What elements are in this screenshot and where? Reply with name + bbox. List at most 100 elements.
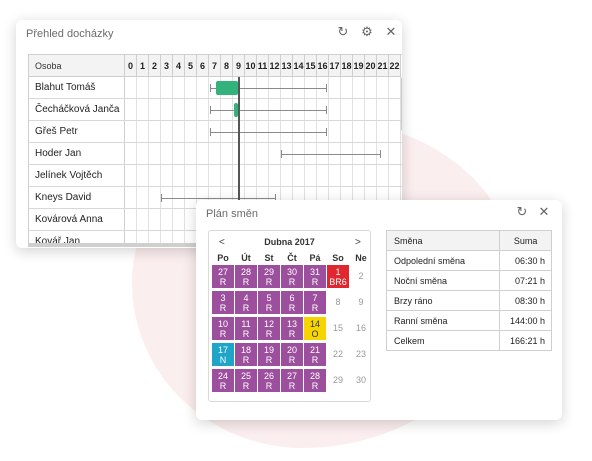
- next-month-button[interactable]: >: [355, 237, 361, 248]
- day-number: 4: [243, 293, 249, 303]
- refresh-icon[interactable]: ↻: [335, 25, 351, 41]
- hour-header: 8: [221, 55, 233, 77]
- calendar-day[interactable]: 9: [350, 291, 372, 314]
- calendar-day[interactable]: 14 O: [304, 317, 326, 340]
- day-number: 2: [358, 271, 364, 281]
- calendar-day[interactable]: 30 R: [281, 265, 303, 288]
- calendar-day[interactable]: 23: [350, 343, 372, 366]
- shift-code: R: [242, 277, 250, 287]
- calendar-day[interactable]: 26 R: [258, 369, 280, 392]
- hour-header: 12: [269, 55, 281, 77]
- calendar-day[interactable]: 5R: [258, 291, 280, 314]
- summary-row[interactable]: Noční směna 07:21 h: [387, 271, 552, 291]
- range-tick: [380, 150, 381, 158]
- person-name: Čecháčková Janča: [29, 99, 125, 120]
- calendar-day[interactable]: 1 BR6: [327, 265, 349, 288]
- worked-time-bar[interactable]: [216, 81, 238, 95]
- calendar-day[interactable]: 11 R: [235, 317, 257, 340]
- range-tick: [326, 106, 327, 114]
- calendar-day[interactable]: 29: [327, 369, 349, 392]
- close-icon[interactable]: ✕: [383, 25, 399, 41]
- calendar-day[interactable]: 16: [350, 317, 372, 340]
- day-number: 18: [240, 345, 251, 355]
- summary-row[interactable]: Ranní směna 144:00 h: [387, 311, 552, 331]
- calendar-day[interactable]: 12 R: [258, 317, 280, 340]
- hour-header: 15: [305, 55, 317, 77]
- shift-code: R: [288, 381, 296, 391]
- calendar-day[interactable]: 31 R: [304, 265, 326, 288]
- sum-column-header: Suma: [500, 231, 552, 250]
- shift-plan-titlebar: Plán směn ↻ ✕: [196, 200, 562, 228]
- shift-code: R: [288, 329, 296, 339]
- range-tick: [281, 150, 282, 158]
- day-number: 6: [289, 293, 295, 303]
- hour-header: 3: [161, 55, 173, 77]
- refresh-icon[interactable]: ↻: [514, 205, 530, 221]
- shift-sum: 06:30 h: [500, 251, 552, 270]
- day-number: 15: [332, 323, 343, 333]
- hour-header: 7: [209, 55, 221, 77]
- calendar-day[interactable]: 3R: [212, 291, 234, 314]
- calendar-day[interactable]: 21 R: [304, 343, 326, 366]
- attendance-range[interactable]: [210, 110, 326, 111]
- close-icon[interactable]: ✕: [536, 205, 552, 221]
- shift-sum: 144:00 h: [500, 311, 552, 330]
- shift-name: Brzy ráno: [387, 291, 501, 310]
- calendar-day[interactable]: 28 R: [235, 265, 257, 288]
- shift-plan-window: Plán směn ↻ ✕ < Dubna 2017 > Po Út St Čt Pá S…: [196, 200, 562, 420]
- calendar-day[interactable]: 30: [350, 369, 372, 392]
- day-number: 21: [309, 345, 320, 355]
- table-row[interactable]: Jelínek Vojtěch: [29, 165, 402, 187]
- calendar-day[interactable]: 28 R: [304, 369, 326, 392]
- shift-code: R: [219, 329, 227, 339]
- weekday-label: Út: [241, 253, 251, 263]
- summary-row[interactable]: Celkem 166:21 h: [387, 331, 552, 351]
- shift-code: R: [219, 303, 227, 313]
- day-number: 29: [263, 267, 274, 277]
- hour-header: 16: [317, 55, 329, 77]
- calendar-day[interactable]: 15: [327, 317, 349, 340]
- shift-name: Odpolední směna: [387, 251, 501, 270]
- shift-code: R: [265, 381, 273, 391]
- day-number: 10: [217, 319, 228, 329]
- calendar-day[interactable]: 27 R: [281, 369, 303, 392]
- vertical-scrollbar[interactable]: [401, 76, 402, 132]
- shift-code: R: [265, 277, 273, 287]
- calendar-day[interactable]: 8: [327, 291, 349, 314]
- calendar-day[interactable]: 18 R: [235, 343, 257, 366]
- calendar-day[interactable]: 25 R: [235, 369, 257, 392]
- calendar-day[interactable]: 20 R: [281, 343, 303, 366]
- day-number: 1: [335, 267, 341, 277]
- calendar-day[interactable]: 19 R: [258, 343, 280, 366]
- name-column-header[interactable]: Osoba: [29, 55, 125, 77]
- summary-row[interactable]: Odpolední směna 06:30 h: [387, 251, 552, 271]
- calendar-day[interactable]: 24 R: [212, 369, 234, 392]
- shift-code: R: [219, 381, 227, 391]
- attendance-range[interactable]: [281, 154, 380, 155]
- calendar-day[interactable]: 17 N: [212, 343, 234, 366]
- day-number: 16: [355, 323, 366, 333]
- shift-code: R: [288, 355, 296, 365]
- attendance-range[interactable]: [161, 198, 275, 199]
- hour-header: 10: [245, 55, 257, 77]
- person-name: Jelínek Vojtěch: [29, 165, 125, 186]
- person-name: Kneys David: [29, 187, 125, 208]
- gear-icon[interactable]: ⚙: [359, 25, 375, 41]
- calendar-day[interactable]: 4R: [235, 291, 257, 314]
- hour-header: 1: [137, 55, 149, 77]
- shift-sum: 07:21 h: [500, 271, 552, 290]
- calendar-day[interactable]: 29 R: [258, 265, 280, 288]
- calendar-day[interactable]: 22: [327, 343, 349, 366]
- attendance-range[interactable]: [210, 132, 326, 133]
- shift-name: Noční směna: [387, 271, 501, 290]
- hour-header: 17: [329, 55, 341, 77]
- calendar-day[interactable]: 2: [350, 265, 372, 288]
- calendar-day[interactable]: 27 R: [212, 265, 234, 288]
- calendar-day[interactable]: 7R: [304, 291, 326, 314]
- calendar-day[interactable]: 6R: [281, 291, 303, 314]
- day-number: 5: [266, 293, 272, 303]
- summary-row[interactable]: Brzy ráno 08:30 h: [387, 291, 552, 311]
- calendar-day[interactable]: 13 R: [281, 317, 303, 340]
- day-number: 27: [286, 371, 297, 381]
- calendar-day[interactable]: 10 R: [212, 317, 234, 340]
